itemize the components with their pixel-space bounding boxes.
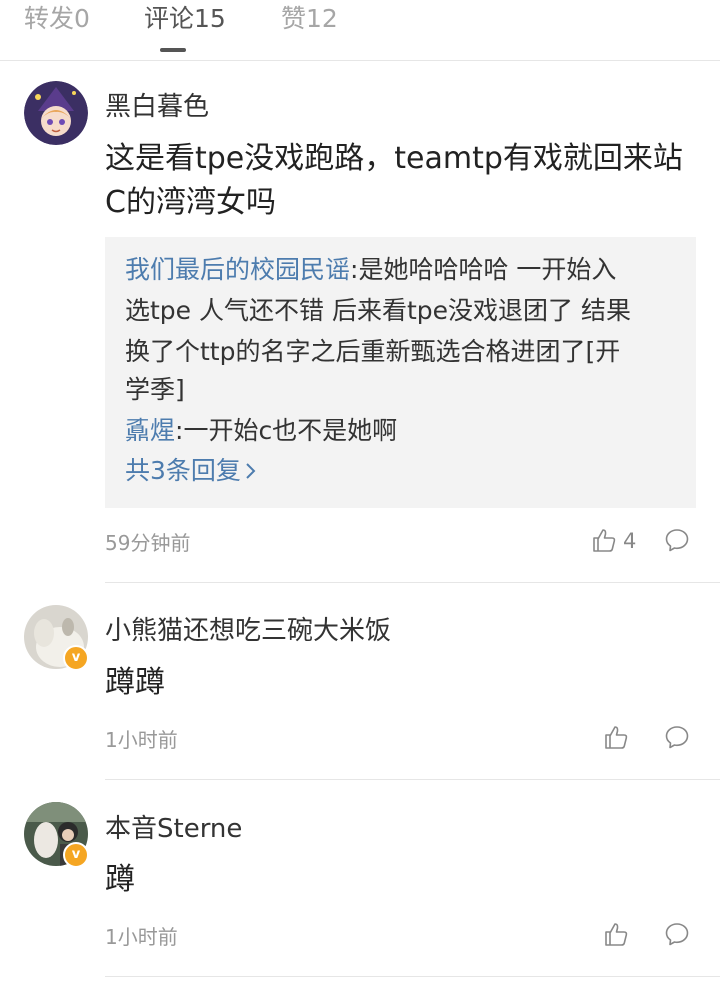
comment-text: 蹲蹲	[105, 665, 165, 700]
comment-username[interactable]: 小熊猫还想吃三碗大米饭	[105, 610, 391, 647]
comment-divider	[105, 582, 720, 583]
thumbs-up-icon[interactable]	[603, 724, 629, 750]
comment-divider	[105, 976, 720, 977]
reply-username[interactable]: 鼒煋	[125, 416, 175, 445]
more-replies-label: 共3条回复	[125, 456, 241, 485]
comment-tabs: 转发0 评论15 赞12	[0, 0, 720, 61]
reply-text: :是她哈哈哈哈 一开始入	[350, 255, 617, 284]
tab-comments[interactable]: 评论15	[144, 2, 226, 36]
comment-username[interactable]: 本音Sterne	[105, 808, 242, 845]
reply-line: 选tpe 人气还不错 后来看tpe没戏退团了 结果	[125, 296, 631, 325]
thumbs-up-icon[interactable]	[591, 527, 617, 553]
comment-bubble-icon[interactable]	[664, 527, 690, 553]
reply-line: 学季]	[125, 375, 185, 404]
active-tab-indicator	[160, 48, 186, 52]
more-replies-link[interactable]: 共3条回复	[125, 451, 257, 492]
comment-text-line: C的湾湾女吗	[105, 185, 276, 220]
comment-time: 1小时前	[105, 925, 178, 949]
tab-reposts[interactable]: 转发0	[24, 2, 90, 36]
comment-text: 这是看tpe没戏跑路，teamtp有戏就回来站 C的湾湾女吗	[105, 137, 705, 225]
reply-line: 换了个ttp的名字之后重新甄选合格进团了[开	[125, 337, 621, 366]
comment-time: 1小时前	[105, 728, 178, 752]
comment-text: 蹲	[105, 862, 135, 897]
thumbs-up-icon[interactable]	[603, 921, 629, 947]
reply-username[interactable]: 我们最后的校园民谣	[125, 255, 350, 284]
comment-time: 59分钟前	[105, 531, 191, 555]
tab-likes[interactable]: 赞12	[281, 2, 338, 36]
verified-badge-icon: v	[63, 645, 89, 671]
chevron-right-icon	[245, 452, 257, 492]
reply-preview-box[interactable]: 我们最后的校园民谣:是她哈哈哈哈 一开始入 选tpe 人气还不错 后来看tpe没…	[105, 237, 696, 508]
comment-username[interactable]: 黑白暮色	[105, 86, 209, 123]
reply-line: 我们最后的校园民谣:是她哈哈哈哈 一开始入	[125, 250, 616, 290]
like-count: 4	[623, 529, 637, 553]
reply-text: :一开始c也不是她啊	[175, 416, 398, 445]
comment-bubble-icon[interactable]	[664, 921, 690, 947]
comment-text-line: 这是看tpe没戏跑路，teamtp有戏就回来站	[105, 141, 683, 176]
verified-badge-icon: v	[63, 842, 89, 868]
comment-divider	[105, 779, 720, 780]
comment-bubble-icon[interactable]	[664, 724, 690, 750]
reply-line: 鼒煋:一开始c也不是她啊	[125, 411, 397, 451]
avatar[interactable]	[24, 81, 88, 145]
